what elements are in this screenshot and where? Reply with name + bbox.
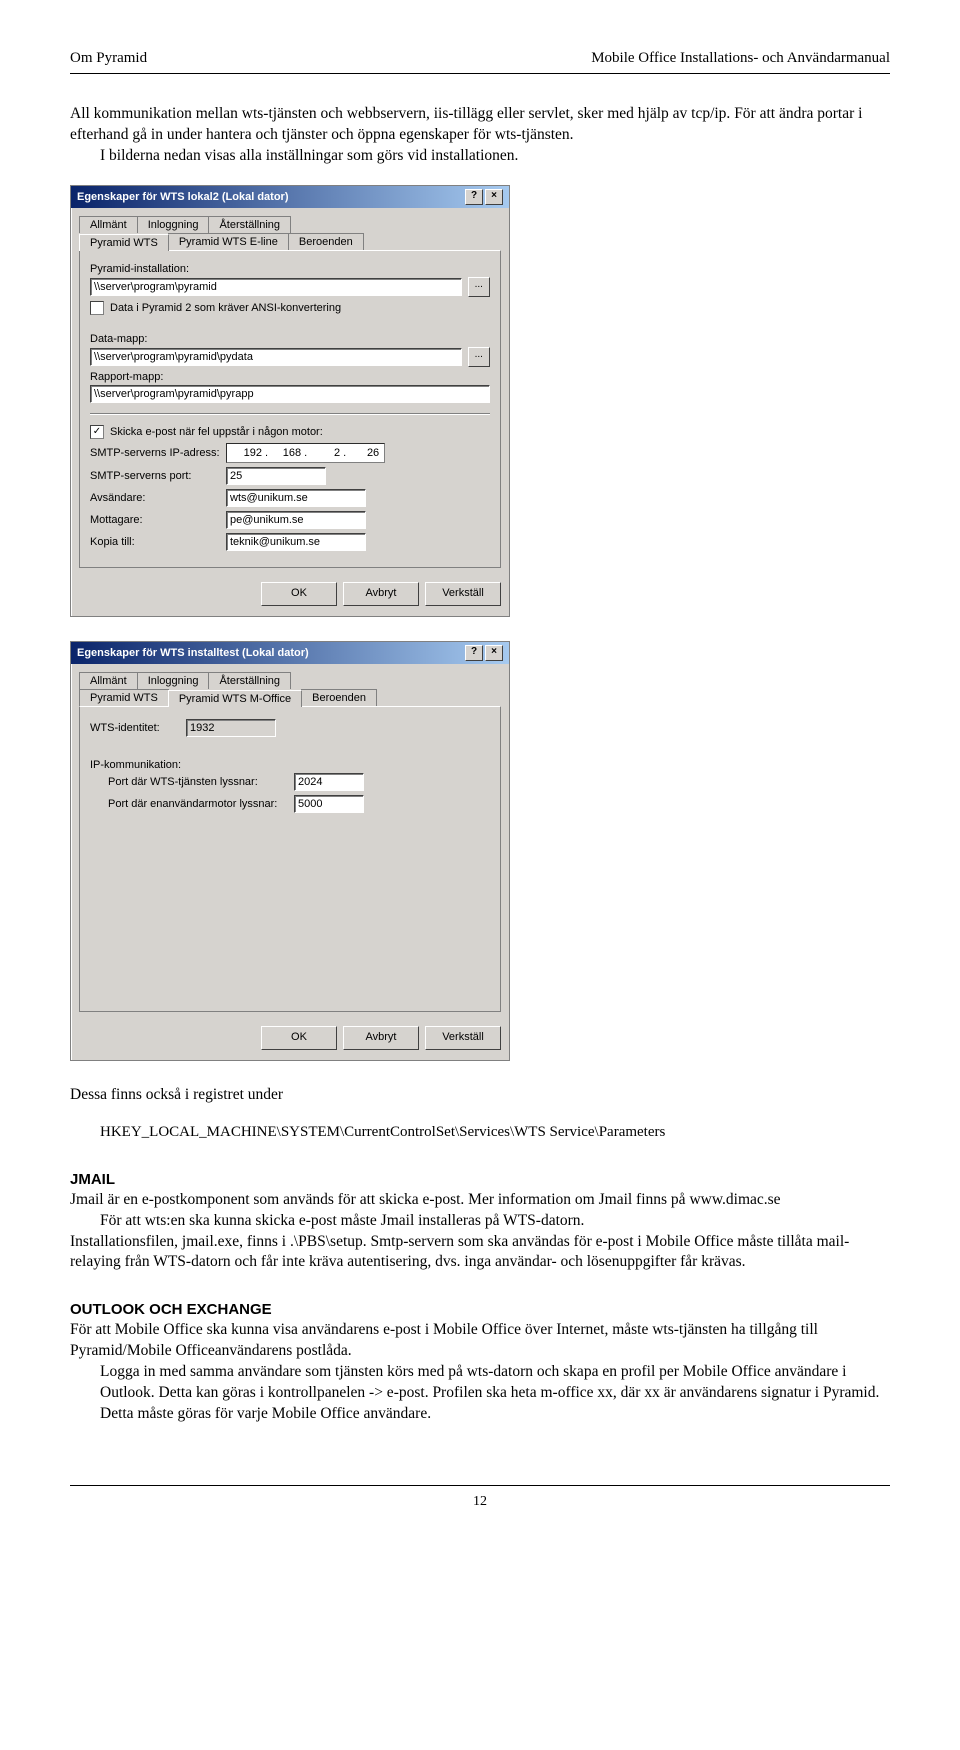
tabs-row-2: Pyramid WTS Pyramid WTS M-Office Beroend… — [71, 689, 509, 706]
intro-line-3: I bilderna nedan visas alla inställninga… — [70, 146, 518, 167]
jmail-p2: För att wts:en ska kunna skicka e-post m… — [70, 1211, 584, 1232]
install-label: Pyramid-installation: — [90, 263, 490, 275]
header-left: Om Pyramid — [70, 50, 147, 67]
port-single-input[interactable] — [294, 795, 364, 813]
outlook-p2: Logga in med samma användare som tjänste… — [70, 1362, 890, 1425]
tab-general[interactable]: Allmänt — [79, 216, 138, 233]
tab-general[interactable]: Allmänt — [79, 672, 138, 689]
ansi-label: Data i Pyramid 2 som kräver ANSI-konvert… — [110, 302, 341, 314]
intro-paragraph: All kommunikation mellan wts-tjänsten oc… — [70, 104, 890, 167]
page-header: Om Pyramid Mobile Office Installations- … — [70, 50, 890, 67]
port-wts-input[interactable] — [294, 773, 364, 791]
copy-input[interactable] — [226, 533, 366, 551]
ip-octet-4[interactable] — [346, 444, 382, 462]
tab-pyramid-wts[interactable]: Pyramid WTS — [79, 234, 169, 251]
help-icon[interactable]: ? — [465, 189, 483, 205]
smtp-port-input[interactable] — [226, 467, 326, 485]
dialog-title: Egenskaper för WTS installtest (Lokal da… — [77, 647, 309, 659]
tabs-row-1: Allmänt Inloggning Återställning — [71, 664, 509, 689]
smtp-port-label: SMTP-serverns port: — [90, 470, 220, 482]
properties-dialog-2: Egenskaper för WTS installtest (Lokal da… — [70, 641, 510, 1061]
ok-button[interactable]: OK — [261, 1026, 337, 1050]
title-bar: Egenskaper för WTS installtest (Lokal da… — [71, 642, 509, 664]
page-footer: 12 — [70, 1485, 890, 1510]
jmail-paragraph: Jmail är en e-postkomponent som används … — [70, 1190, 890, 1274]
port-wts-label: Port där WTS-tjänsten lyssnar: — [108, 776, 288, 788]
close-icon[interactable]: × — [485, 645, 503, 661]
tab-login[interactable]: Inloggning — [137, 216, 210, 233]
tab-panel: WTS-identitet: IP-kommunikation: Port dä… — [79, 706, 501, 1012]
jmail-p1: Jmail är en e-postkomponent som används … — [70, 1191, 781, 1208]
ipcomm-label: IP-kommunikation: — [90, 759, 490, 771]
datamap-label: Data-mapp: — [90, 333, 490, 345]
browse-button[interactable]: ... — [468, 277, 490, 297]
tab-dependencies[interactable]: Beroenden — [301, 689, 377, 706]
registry-path: HKEY_LOCAL_MACHINE\SYSTEM\CurrentControl… — [70, 1124, 890, 1141]
properties-dialog-1: Egenskaper för WTS lokal2 (Lokal dator) … — [70, 185, 510, 617]
apply-button[interactable]: Verkställ — [425, 582, 501, 606]
intro-line-1: All kommunikation mellan wts-tjänsten oc… — [70, 105, 730, 122]
recipient-input[interactable] — [226, 511, 366, 529]
tab-recovery[interactable]: Återställning — [208, 216, 291, 233]
outlook-p1: För att Mobile Office ska kunna visa anv… — [70, 1321, 818, 1359]
send-email-checkbox[interactable]: ✓ — [90, 425, 104, 439]
help-icon[interactable]: ? — [465, 645, 483, 661]
outlook-paragraph: För att Mobile Office ska kunna visa anv… — [70, 1320, 890, 1425]
identity-label: WTS-identitet: — [90, 722, 180, 734]
sender-label: Avsändare: — [90, 492, 220, 504]
page-number: 12 — [473, 1494, 487, 1509]
tab-recovery[interactable]: Återställning — [208, 672, 291, 689]
browse-button[interactable]: ... — [468, 347, 490, 367]
ip-octet-1[interactable] — [229, 444, 265, 462]
jmail-heading: JMAIL — [70, 1171, 890, 1188]
jmail-p3: Installationsfilen, jmail.exe, finns i .… — [70, 1233, 849, 1271]
apply-button[interactable]: Verkställ — [425, 1026, 501, 1050]
tab-panel: Pyramid-installation: ... Data i Pyramid… — [79, 250, 501, 568]
datamap-input[interactable] — [90, 348, 462, 366]
install-path-input[interactable] — [90, 278, 462, 296]
ok-button[interactable]: OK — [261, 582, 337, 606]
close-icon[interactable]: × — [485, 189, 503, 205]
smtp-ip-label: SMTP-serverns IP-adress: — [90, 447, 220, 459]
title-bar: Egenskaper för WTS lokal2 (Lokal dator) … — [71, 186, 509, 208]
tab-pyramid-wts-moffice[interactable]: Pyramid WTS M-Office — [168, 690, 302, 707]
outlook-heading: OUTLOOK OCH EXCHANGE — [70, 1301, 890, 1318]
tab-dependencies[interactable]: Beroenden — [288, 233, 364, 250]
copy-label: Kopia till: — [90, 536, 220, 548]
registry-intro: Dessa finns också i registret under — [70, 1085, 890, 1106]
tab-pyramid-wts-eline[interactable]: Pyramid WTS E-line — [168, 233, 289, 250]
identity-input — [186, 719, 276, 737]
tab-pyramid-wts[interactable]: Pyramid WTS — [79, 689, 169, 706]
cancel-button[interactable]: Avbryt — [343, 582, 419, 606]
send-email-label: Skicka e-post när fel uppstår i någon mo… — [110, 426, 323, 438]
recipient-label: Mottagare: — [90, 514, 220, 526]
header-rule — [70, 73, 890, 74]
rapport-label: Rapport-mapp: — [90, 371, 490, 383]
sender-input[interactable] — [226, 489, 366, 507]
tabs-row-1: Allmänt Inloggning Återställning — [71, 208, 509, 233]
separator — [90, 413, 490, 415]
rapport-input[interactable] — [90, 385, 490, 403]
header-right: Mobile Office Installations- och Använda… — [591, 50, 890, 67]
tabs-row-2: Pyramid WTS Pyramid WTS E-line Beroenden — [71, 233, 509, 250]
ip-octet-3[interactable] — [307, 444, 343, 462]
tab-login[interactable]: Inloggning — [137, 672, 210, 689]
ansi-checkbox[interactable] — [90, 301, 104, 315]
port-single-label: Port där enanvändarmotor lyssnar: — [108, 798, 288, 810]
cancel-button[interactable]: Avbryt — [343, 1026, 419, 1050]
ip-octet-2[interactable] — [268, 444, 304, 462]
dialog-title: Egenskaper för WTS lokal2 (Lokal dator) — [77, 191, 289, 203]
